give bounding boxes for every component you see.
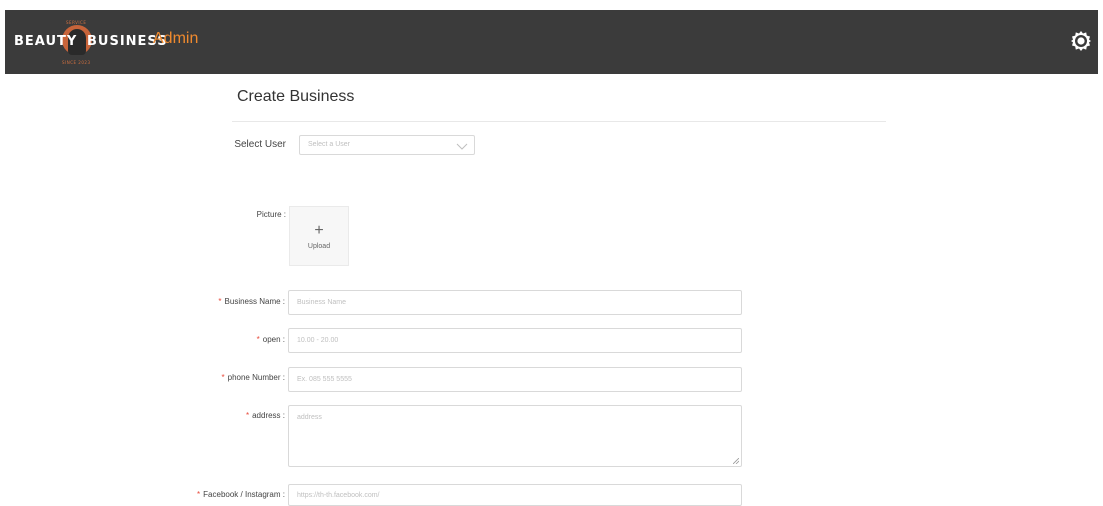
open-label: * open :	[180, 335, 285, 344]
address-placeholder: address	[297, 414, 322, 421]
top-navbar: SERVICE BEAUTY BUSINESS SINCE 2023 Admin	[5, 10, 1098, 74]
select-user-dropdown[interactable]: Select a User	[299, 135, 475, 155]
upload-picture-button[interactable]: + Upload	[289, 206, 349, 266]
page-title: Create Business	[237, 88, 355, 105]
title-divider	[232, 121, 886, 122]
settings-button[interactable]	[1069, 29, 1093, 53]
select-user-placeholder: Select a User	[308, 141, 351, 148]
logo-word-beauty: BEAUTY	[14, 34, 78, 49]
required-mark: *	[256, 335, 260, 344]
open-hours-placeholder: 10.00 - 20.00	[297, 337, 339, 344]
phone-label-text: phone Number :	[227, 373, 285, 382]
address-label: * address :	[180, 411, 285, 420]
business-name-input[interactable]: Business Name	[288, 290, 742, 315]
plus-icon: +	[314, 221, 324, 239]
upload-text: Upload	[307, 242, 331, 250]
required-mark: *	[221, 373, 225, 382]
required-mark: *	[197, 490, 201, 499]
address-label-text: address :	[252, 411, 285, 420]
required-mark: *	[218, 297, 222, 306]
social-label: * Facebook / Instagram :	[160, 490, 285, 499]
gear-icon	[1071, 31, 1091, 51]
picture-label: Picture :	[256, 210, 286, 219]
phone-label: * phone Number :	[180, 373, 286, 382]
chevron-down-icon	[456, 143, 468, 150]
business-name-label: * Business Name :	[180, 297, 285, 306]
brand-logo[interactable]: SERVICE BEAUTY BUSINESS SINCE 2023	[14, 20, 167, 68]
social-label-text: Facebook / Instagram :	[203, 490, 285, 499]
open-label-text: open :	[262, 335, 285, 344]
required-mark: *	[245, 411, 250, 420]
social-url-input[interactable]: https://th-th.facebook.com/	[288, 484, 742, 506]
logo-bottom-text: SINCE 2023	[62, 60, 91, 65]
social-url-placeholder: https://th-th.facebook.com/	[297, 492, 380, 499]
address-textarea[interactable]: address	[288, 405, 742, 467]
resize-handle-icon[interactable]	[733, 458, 739, 464]
select-user-label: Select User	[234, 139, 286, 150]
admin-label: Admin	[153, 30, 199, 47]
phone-number-placeholder: Ex. 085 555 5555	[297, 376, 352, 383]
open-hours-input[interactable]: 10.00 - 20.00	[288, 328, 742, 353]
business-name-placeholder: Business Name	[297, 299, 347, 306]
business-name-label-text: Business Name :	[224, 297, 285, 306]
phone-number-input[interactable]: Ex. 085 555 5555	[288, 367, 742, 392]
